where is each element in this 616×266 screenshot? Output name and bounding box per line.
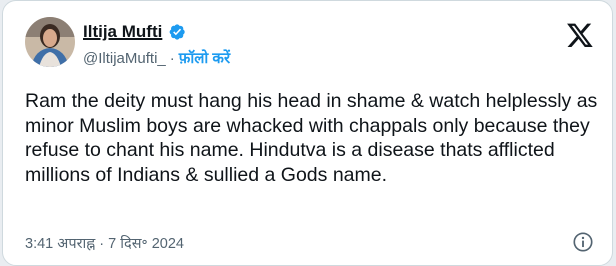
verified-badge-icon <box>169 24 186 40</box>
x-logo-icon[interactable] <box>566 21 594 49</box>
handle-row: @IltijaMufti_ · फ़ॉलो करें <box>83 48 230 68</box>
separator: · <box>169 49 175 67</box>
handle[interactable]: @IltijaMufti_ <box>83 50 166 67</box>
name-row: Iltija Mufti <box>83 22 186 42</box>
follow-button[interactable]: फ़ॉलो करें <box>179 48 230 68</box>
tweet-text: Ram the deity must hang his head in sham… <box>25 90 603 186</box>
tweet-card: Iltija Mufti @IltijaMufti_ · फ़ॉलो करें … <box>2 0 613 266</box>
timestamp[interactable]: 3:41 अपराह्न · 7 दिस॰ 2024 <box>25 233 184 253</box>
avatar[interactable] <box>25 17 75 67</box>
display-name[interactable]: Iltija Mufti <box>83 22 162 42</box>
info-icon[interactable] <box>572 231 594 253</box>
